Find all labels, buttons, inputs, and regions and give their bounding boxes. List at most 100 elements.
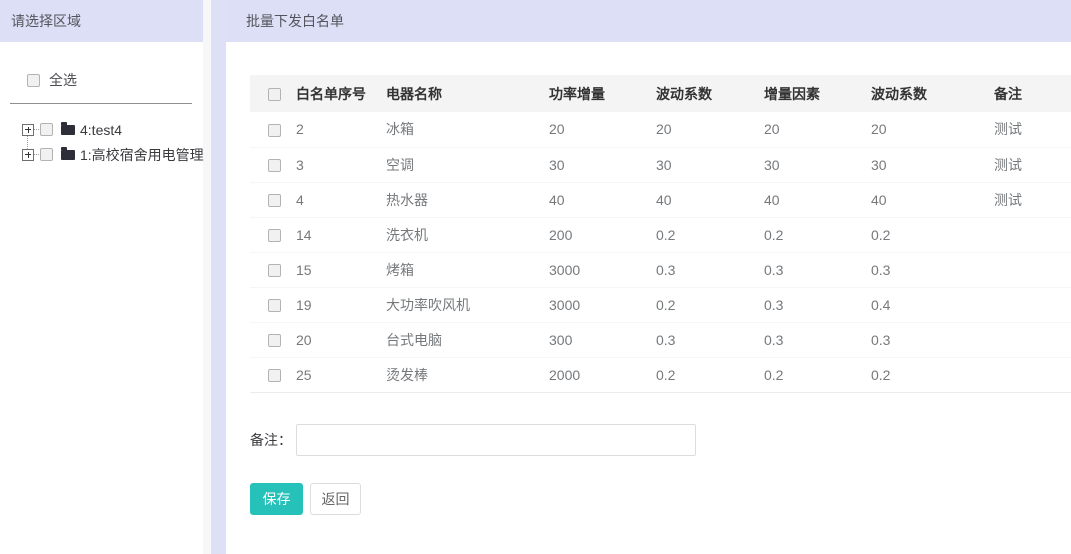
tree-node: 4:test4 xyxy=(0,117,203,142)
table-cell: 25 xyxy=(296,357,386,392)
table-cell: 测试 xyxy=(994,182,1071,217)
tree-node: 1:高校宿舍用电管理 xyxy=(0,142,203,167)
whitelist-panel: 批量下发白名单 白名单序号电器名称功率增量波动系数增量因素波动系数备注 2冰箱2… xyxy=(226,0,1071,554)
table-row: 19大功率吹风机30000.20.30.4 xyxy=(250,287,1071,322)
row-checkbox[interactable] xyxy=(268,299,281,312)
column-header: 电器名称 xyxy=(386,75,549,112)
table-cell: 0.3 xyxy=(764,287,871,322)
remark-input[interactable] xyxy=(296,424,696,456)
table-cell: 大功率吹风机 xyxy=(386,287,549,322)
table-cell: 40 xyxy=(656,182,764,217)
select-all-checkbox[interactable] xyxy=(27,74,40,87)
table-cell: 4 xyxy=(296,182,386,217)
table-cell: 40 xyxy=(871,182,994,217)
table-cell: 0.2 xyxy=(656,287,764,322)
whitelist-table: 白名单序号电器名称功率增量波动系数增量因素波动系数备注 2冰箱20202020测… xyxy=(250,75,1071,393)
folder-icon xyxy=(61,125,75,135)
table-row: 2冰箱20202020测试 xyxy=(250,112,1071,147)
action-buttons: 保存 返回 xyxy=(250,483,1071,515)
tree-node-label[interactable]: 4:test4 xyxy=(80,122,122,138)
table-cell: 40 xyxy=(764,182,871,217)
row-checkbox[interactable] xyxy=(268,159,281,172)
table-cell: 0.3 xyxy=(764,322,871,357)
table-cell: 2 xyxy=(296,112,386,147)
table-cell: 0.2 xyxy=(871,217,994,252)
table-header-row: 白名单序号电器名称功率增量波动系数增量因素波动系数备注 xyxy=(250,75,1071,112)
table-cell: 20 xyxy=(296,322,386,357)
table-cell: 30 xyxy=(549,147,656,182)
table-cell: 热水器 xyxy=(386,182,549,217)
region-tree: 4:test4 1:高校宿舍用电管理 xyxy=(0,117,203,167)
table-cell xyxy=(994,357,1071,392)
table-cell xyxy=(994,217,1071,252)
tree-dotted-connector xyxy=(34,129,39,130)
table-cell: 30 xyxy=(656,147,764,182)
tree-node-checkbox[interactable] xyxy=(40,123,53,136)
table-cell: 0.2 xyxy=(764,357,871,392)
table-cell: 0.2 xyxy=(764,217,871,252)
table-row: 14洗衣机2000.20.20.2 xyxy=(250,217,1071,252)
table-cell: 300 xyxy=(549,322,656,357)
tree-dotted-connector xyxy=(34,154,39,155)
remark-row: 备注： xyxy=(250,424,1071,456)
table-cell: 15 xyxy=(296,252,386,287)
table-cell: 0.3 xyxy=(764,252,871,287)
header-checkbox[interactable] xyxy=(268,88,281,101)
row-checkbox[interactable] xyxy=(268,334,281,347)
table-cell: 20 xyxy=(871,112,994,147)
table-row: 4热水器40404040测试 xyxy=(250,182,1071,217)
sidebar-title: 请选择区域 xyxy=(0,0,203,42)
table-row: 20台式电脑3000.30.30.3 xyxy=(250,322,1071,357)
table-cell: 14 xyxy=(296,217,386,252)
table-cell: 空调 xyxy=(386,147,549,182)
tree-node-label[interactable]: 1:高校宿舍用电管理 xyxy=(80,145,204,165)
table-cell: 2000 xyxy=(549,357,656,392)
table-cell: 0.3 xyxy=(871,252,994,287)
whitelist-table-body: 2冰箱20202020测试3空调30303030测试4热水器40404040测试… xyxy=(250,112,1071,392)
row-checkbox[interactable] xyxy=(268,124,281,137)
row-checkbox[interactable] xyxy=(268,369,281,382)
panel-gutter xyxy=(211,0,226,554)
table-cell: 0.3 xyxy=(656,322,764,357)
table-cell: 洗衣机 xyxy=(386,217,549,252)
table-row: 15烤箱30000.30.30.3 xyxy=(250,252,1071,287)
row-checkbox[interactable] xyxy=(268,229,281,242)
row-checkbox[interactable] xyxy=(268,264,281,277)
tree-connector-line xyxy=(27,136,28,149)
column-header: 备注 xyxy=(994,75,1071,112)
column-header: 波动系数 xyxy=(871,75,994,112)
table-cell: 3 xyxy=(296,147,386,182)
table-cell: 冰箱 xyxy=(386,112,549,147)
sidebar-divider xyxy=(10,103,192,104)
page-title: 批量下发白名单 xyxy=(226,0,1071,42)
select-all-row: 全选 xyxy=(27,70,203,90)
table-row: 3空调30303030测试 xyxy=(250,147,1071,182)
folder-icon xyxy=(61,150,75,160)
back-button[interactable]: 返回 xyxy=(310,483,361,515)
table-cell: 0.3 xyxy=(656,252,764,287)
table-cell: 3000 xyxy=(549,287,656,322)
region-sidebar: 请选择区域 全选 4:test4 xyxy=(0,0,203,554)
table-cell: 0.4 xyxy=(871,287,994,322)
table-cell: 台式电脑 xyxy=(386,322,549,357)
table-cell: 20 xyxy=(549,112,656,147)
tree-node-checkbox[interactable] xyxy=(40,148,53,161)
save-button[interactable]: 保存 xyxy=(250,483,303,515)
remark-label: 备注： xyxy=(250,430,292,450)
table-cell: 30 xyxy=(764,147,871,182)
row-checkbox[interactable] xyxy=(268,194,281,207)
main-body: 白名单序号电器名称功率增量波动系数增量因素波动系数备注 2冰箱20202020测… xyxy=(226,42,1071,554)
table-row: 25烫发棒20000.20.20.2 xyxy=(250,357,1071,392)
sidebar-edge-strip xyxy=(203,0,211,554)
app-root: 请选择区域 全选 4:test4 xyxy=(0,0,1071,554)
table-cell: 0.2 xyxy=(656,217,764,252)
table-cell: 20 xyxy=(764,112,871,147)
table-cell: 200 xyxy=(549,217,656,252)
table-cell: 烤箱 xyxy=(386,252,549,287)
select-all-label: 全选 xyxy=(49,70,77,90)
table-cell: 19 xyxy=(296,287,386,322)
expand-plus-icon[interactable] xyxy=(22,149,34,161)
table-cell: 30 xyxy=(871,147,994,182)
expand-plus-icon[interactable] xyxy=(22,124,34,136)
table-cell: 0.2 xyxy=(871,357,994,392)
